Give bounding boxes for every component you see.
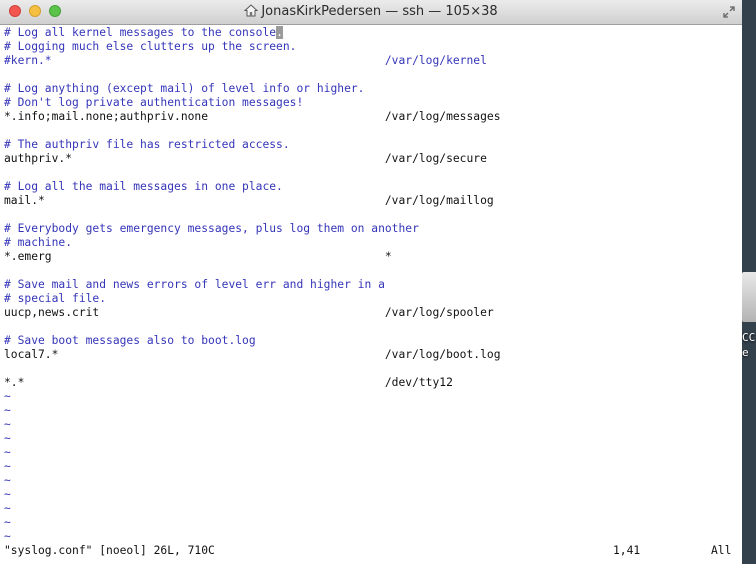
line-text: ~ <box>4 502 11 515</box>
config-rule-line: mail.* /var/log/maillog <box>4 194 501 208</box>
line-text: # Logging much else clutters up the scre… <box>4 40 297 53</box>
line-text: *.emerg * <box>4 250 392 263</box>
title-bar[interactable]: JonasKirkPedersen — ssh — 105×38 <box>0 0 742 25</box>
home-folder-icon <box>244 4 259 17</box>
line-text: authpriv.* /var/log/secure <box>4 152 487 165</box>
terminal-window: JonasKirkPedersen — ssh — 105×38 # Log a… <box>0 0 742 564</box>
comment-line: # special file. <box>4 292 501 306</box>
window-title: JonasKirkPedersen — ssh — 105×38 <box>261 4 498 19</box>
text-cursor: . <box>276 26 283 39</box>
line-text: ~ <box>4 460 11 473</box>
comment-line: # Logging much else clutters up the scre… <box>4 40 501 54</box>
empty-line-marker: ~ <box>4 502 501 516</box>
empty-line-marker: ~ <box>4 418 501 432</box>
line-text: # machine. <box>4 236 73 249</box>
line-text: # Don't log private authentication messa… <box>4 96 304 109</box>
config-rule-line: local7.* /var/log/boot.log <box>4 348 501 362</box>
status-cursor-position: 1,41 <box>613 544 641 557</box>
line-text: ~ <box>4 446 11 459</box>
terminal-content[interactable]: # Log all kernel messages to the console… <box>0 25 742 564</box>
line-text: # Everybody gets emergency messages, plu… <box>4 222 419 235</box>
empty-line-marker: ~ <box>4 390 501 404</box>
empty-line-marker: ~ <box>4 446 501 460</box>
config-rule-line: *.info;mail.none;authpriv.none /var/log/… <box>4 110 501 124</box>
config-rule-line: *.* /dev/tty12 <box>4 376 501 390</box>
line-text: # Log all the mail messages in one place… <box>4 180 283 193</box>
desktop-drive-icon[interactable] <box>742 272 756 322</box>
line-text: # Save boot messages also to boot.log <box>4 334 256 347</box>
line-text: ~ <box>4 390 11 403</box>
line-text: uucp,news.crit /var/log/spooler <box>4 306 494 319</box>
config-rule-line: uucp,news.crit /var/log/spooler <box>4 306 501 320</box>
line-text: # The authpriv file has restricted acces… <box>4 138 290 151</box>
line-text: local7.* /var/log/boot.log <box>4 348 501 361</box>
line-text: ~ <box>4 474 11 487</box>
line-text: mail.* /var/log/maillog <box>4 194 494 207</box>
line-text: # special file. <box>4 292 107 305</box>
comment-line: # The authpriv file has restricted acces… <box>4 138 501 152</box>
line-text: #kern.* /var/log/kernel <box>4 54 487 67</box>
empty-line-marker: ~ <box>4 460 501 474</box>
empty-line-marker: ~ <box>4 530 501 544</box>
editor-buffer[interactable]: # Log all kernel messages to the console… <box>4 26 501 544</box>
status-file-info: "syslog.conf" [noeol] 26L, 710C <box>4 544 215 557</box>
line-text: *.info;mail.none;authpriv.none /var/log/… <box>4 110 501 123</box>
vim-status-line: "syslog.conf" [noeol] 26L, 710C 1,41 All <box>4 544 734 558</box>
line-text: # Save mail and news errors of level err… <box>4 278 385 291</box>
config-rule-line: *.emerg * <box>4 250 501 264</box>
empty-line-marker: ~ <box>4 404 501 418</box>
status-scroll-indicator: All <box>711 544 732 557</box>
empty-line-marker: ~ <box>4 474 501 488</box>
comment-line: # Don't log private authentication messa… <box>4 96 501 110</box>
empty-line-marker: ~ <box>4 488 501 502</box>
comment-line: # Everybody gets emergency messages, plu… <box>4 222 501 236</box>
comment-line: # machine. <box>4 236 501 250</box>
line-text: *.* /dev/tty12 <box>4 376 453 389</box>
desktop-icon-label[interactable]: CC e <box>742 330 756 370</box>
empty-line-marker: ~ <box>4 516 501 530</box>
comment-line: #kern.* /var/log/kernel <box>4 54 501 68</box>
line-text: ~ <box>4 516 11 529</box>
line-text: # Log all kernel messages to the console <box>4 26 277 39</box>
comment-line: # Log all kernel messages to the console… <box>4 26 501 40</box>
line-text: ~ <box>4 488 11 501</box>
line-text: ~ <box>4 432 11 445</box>
comment-line: # Save boot messages also to boot.log <box>4 334 501 348</box>
comment-line: # Save mail and news errors of level err… <box>4 278 501 292</box>
config-rule-line: authpriv.* /var/log/secure <box>4 152 501 166</box>
line-text: ~ <box>4 530 11 543</box>
comment-line: # Log all the mail messages in one place… <box>4 180 501 194</box>
line-text: ~ <box>4 418 11 431</box>
line-text: ~ <box>4 404 11 417</box>
line-text: # Log anything (except mail) of level in… <box>4 82 365 95</box>
comment-line: # Log anything (except mail) of level in… <box>4 82 501 96</box>
fullscreen-icon[interactable] <box>722 5 736 19</box>
window-title-area: JonasKirkPedersen — ssh — 105×38 <box>0 0 742 24</box>
empty-line-marker: ~ <box>4 432 501 446</box>
